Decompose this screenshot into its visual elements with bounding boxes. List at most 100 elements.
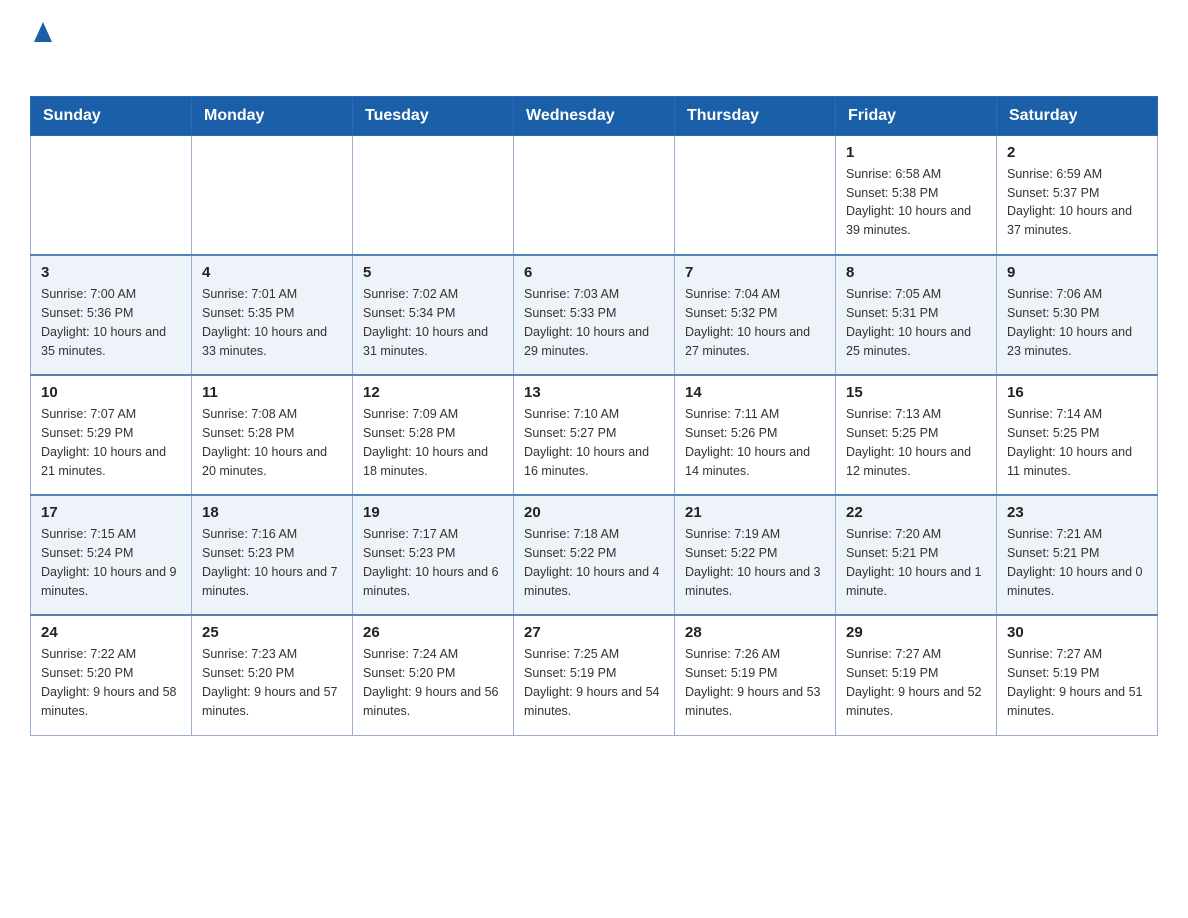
- day-info: Sunrise: 7:22 AMSunset: 5:20 PMDaylight:…: [41, 645, 181, 720]
- day-info: Sunrise: 7:10 AMSunset: 5:27 PMDaylight:…: [524, 405, 664, 480]
- day-number: 28: [685, 624, 825, 641]
- day-number: 10: [41, 384, 181, 401]
- calendar-cell: 15Sunrise: 7:13 AMSunset: 5:25 PMDayligh…: [836, 375, 997, 495]
- day-number: 26: [363, 624, 503, 641]
- day-info: Sunrise: 7:21 AMSunset: 5:21 PMDaylight:…: [1007, 525, 1147, 600]
- day-info: Sunrise: 7:18 AMSunset: 5:22 PMDaylight:…: [524, 525, 664, 600]
- day-info: Sunrise: 7:01 AMSunset: 5:35 PMDaylight:…: [202, 285, 342, 360]
- day-info: Sunrise: 7:27 AMSunset: 5:19 PMDaylight:…: [1007, 645, 1147, 720]
- logo-arrow-icon: [34, 22, 52, 47]
- day-number: 25: [202, 624, 342, 641]
- calendar-cell: 11 Sunrise: 7:08 AMSunset: 5:28 PMDayligh…: [192, 375, 353, 495]
- day-info: Sunrise: 7:25 AMSunset: 5:19 PMDaylight:…: [524, 645, 664, 720]
- calendar-cell: 3 Sunrise: 7:00 AMSunset: 5:36 PMDaylight…: [31, 255, 192, 375]
- day-number: 29: [846, 624, 986, 641]
- day-number: 15: [846, 384, 986, 401]
- day-info: Sunrise: 7:04 AMSunset: 5:32 PMDaylight:…: [685, 285, 825, 360]
- day-number: 12: [363, 384, 503, 401]
- calendar-cell: 16 Sunrise: 7:14 AMSunset: 5:25 PMDayligh…: [997, 375, 1158, 495]
- day-number: 17: [41, 504, 181, 521]
- calendar-cell: 5Sunrise: 7:02 AMSunset: 5:34 PMDaylight…: [353, 255, 514, 375]
- day-number: 13: [524, 384, 664, 401]
- calendar-row-3: 10 Sunrise: 7:07 AMSunset: 5:29 PMDayligh…: [31, 375, 1158, 495]
- day-info: Sunrise: 7:15 AMSunset: 5:24 PMDaylight:…: [41, 525, 181, 600]
- page-header: [30, 20, 1158, 76]
- calendar-cell: 7 Sunrise: 7:04 AMSunset: 5:32 PMDaylight…: [675, 255, 836, 375]
- calendar-cell: 9 Sunrise: 7:06 AMSunset: 5:30 PMDaylight…: [997, 255, 1158, 375]
- calendar-cell: [192, 135, 353, 255]
- day-number: 11: [202, 384, 342, 401]
- calendar-cell: [31, 135, 192, 255]
- calendar-cell: 13 Sunrise: 7:10 AMSunset: 5:27 PMDayligh…: [514, 375, 675, 495]
- calendar-cell: 25 Sunrise: 7:23 AMSunset: 5:20 PMDayligh…: [192, 615, 353, 735]
- day-info: Sunrise: 7:19 AMSunset: 5:22 PMDaylight:…: [685, 525, 825, 600]
- day-number: 3: [41, 264, 181, 281]
- day-number: 16: [1007, 384, 1147, 401]
- logo: [30, 20, 52, 76]
- calendar-cell: 14 Sunrise: 7:11 AMSunset: 5:26 PMDayligh…: [675, 375, 836, 495]
- day-number: 30: [1007, 624, 1147, 641]
- calendar-cell: 22 Sunrise: 7:20 AMSunset: 5:21 PMDayligh…: [836, 495, 997, 615]
- calendar-cell: 17 Sunrise: 7:15 AMSunset: 5:24 PMDayligh…: [31, 495, 192, 615]
- day-info: Sunrise: 7:14 AMSunset: 5:25 PMDaylight:…: [1007, 405, 1147, 480]
- day-info: Sunrise: 7:23 AMSunset: 5:20 PMDaylight:…: [202, 645, 342, 720]
- day-info: Sunrise: 7:05 AMSunset: 5:31 PMDaylight:…: [846, 285, 986, 360]
- weekday-header-row: SundayMondayTuesdayWednesdayThursdayFrid…: [31, 96, 1158, 135]
- day-info: Sunrise: 7:16 AMSunset: 5:23 PMDaylight:…: [202, 525, 342, 600]
- day-number: 1: [846, 144, 986, 161]
- calendar-cell: 28Sunrise: 7:26 AMSunset: 5:19 PMDayligh…: [675, 615, 836, 735]
- day-info: Sunrise: 6:59 AMSunset: 5:37 PMDaylight:…: [1007, 165, 1147, 240]
- calendar-cell: 4 Sunrise: 7:01 AMSunset: 5:35 PMDaylight…: [192, 255, 353, 375]
- day-number: 6: [524, 264, 664, 281]
- day-info: Sunrise: 6:58 AMSunset: 5:38 PMDaylight:…: [846, 165, 986, 240]
- calendar-cell: [675, 135, 836, 255]
- calendar-cell: 10 Sunrise: 7:07 AMSunset: 5:29 PMDayligh…: [31, 375, 192, 495]
- day-number: 14: [685, 384, 825, 401]
- day-number: 23: [1007, 504, 1147, 521]
- calendar-row-4: 17 Sunrise: 7:15 AMSunset: 5:24 PMDayligh…: [31, 495, 1158, 615]
- calendar-cell: 24 Sunrise: 7:22 AMSunset: 5:20 PMDayligh…: [31, 615, 192, 735]
- day-info: Sunrise: 7:11 AMSunset: 5:26 PMDaylight:…: [685, 405, 825, 480]
- calendar-cell: 19Sunrise: 7:17 AMSunset: 5:23 PMDayligh…: [353, 495, 514, 615]
- calendar-cell: 30 Sunrise: 7:27 AMSunset: 5:19 PMDayligh…: [997, 615, 1158, 735]
- calendar-cell: 12 Sunrise: 7:09 AMSunset: 5:28 PMDayligh…: [353, 375, 514, 495]
- day-number: 22: [846, 504, 986, 521]
- day-info: Sunrise: 7:03 AMSunset: 5:33 PMDaylight:…: [524, 285, 664, 360]
- calendar-cell: 1 Sunrise: 6:58 AMSunset: 5:38 PMDaylight…: [836, 135, 997, 255]
- day-info: Sunrise: 7:24 AMSunset: 5:20 PMDaylight:…: [363, 645, 503, 720]
- calendar-cell: 26 Sunrise: 7:24 AMSunset: 5:20 PMDayligh…: [353, 615, 514, 735]
- day-info: Sunrise: 7:07 AMSunset: 5:29 PMDaylight:…: [41, 405, 181, 480]
- day-info: Sunrise: 7:20 AMSunset: 5:21 PMDaylight:…: [846, 525, 986, 600]
- weekday-header-thursday: Thursday: [675, 96, 836, 135]
- day-number: 21: [685, 504, 825, 521]
- day-info: Sunrise: 7:09 AMSunset: 5:28 PMDaylight:…: [363, 405, 503, 480]
- day-info: Sunrise: 7:00 AMSunset: 5:36 PMDaylight:…: [41, 285, 181, 360]
- weekday-header-monday: Monday: [192, 96, 353, 135]
- day-number: 19: [363, 504, 503, 521]
- day-number: 7: [685, 264, 825, 281]
- day-number: 24: [41, 624, 181, 641]
- weekday-header-sunday: Sunday: [31, 96, 192, 135]
- day-number: 2: [1007, 144, 1147, 161]
- calendar-cell: 29Sunrise: 7:27 AMSunset: 5:19 PMDayligh…: [836, 615, 997, 735]
- day-number: 18: [202, 504, 342, 521]
- day-number: 8: [846, 264, 986, 281]
- calendar-cell: 23 Sunrise: 7:21 AMSunset: 5:21 PMDayligh…: [997, 495, 1158, 615]
- weekday-header-saturday: Saturday: [997, 96, 1158, 135]
- day-info: Sunrise: 7:06 AMSunset: 5:30 PMDaylight:…: [1007, 285, 1147, 360]
- calendar-cell: [514, 135, 675, 255]
- day-info: Sunrise: 7:08 AMSunset: 5:28 PMDaylight:…: [202, 405, 342, 480]
- day-number: 9: [1007, 264, 1147, 281]
- calendar-cell: 18 Sunrise: 7:16 AMSunset: 5:23 PMDayligh…: [192, 495, 353, 615]
- day-number: 27: [524, 624, 664, 641]
- weekday-header-wednesday: Wednesday: [514, 96, 675, 135]
- calendar-cell: 2 Sunrise: 6:59 AMSunset: 5:37 PMDaylight…: [997, 135, 1158, 255]
- calendar-cell: 8 Sunrise: 7:05 AMSunset: 5:31 PMDaylight…: [836, 255, 997, 375]
- day-number: 20: [524, 504, 664, 521]
- day-info: Sunrise: 7:02 AMSunset: 5:34 PMDaylight:…: [363, 285, 503, 360]
- day-number: 4: [202, 264, 342, 281]
- calendar-cell: 6 Sunrise: 7:03 AMSunset: 5:33 PMDaylight…: [514, 255, 675, 375]
- calendar-cell: 21 Sunrise: 7:19 AMSunset: 5:22 PMDayligh…: [675, 495, 836, 615]
- calendar-row-2: 3 Sunrise: 7:00 AMSunset: 5:36 PMDaylight…: [31, 255, 1158, 375]
- weekday-header-friday: Friday: [836, 96, 997, 135]
